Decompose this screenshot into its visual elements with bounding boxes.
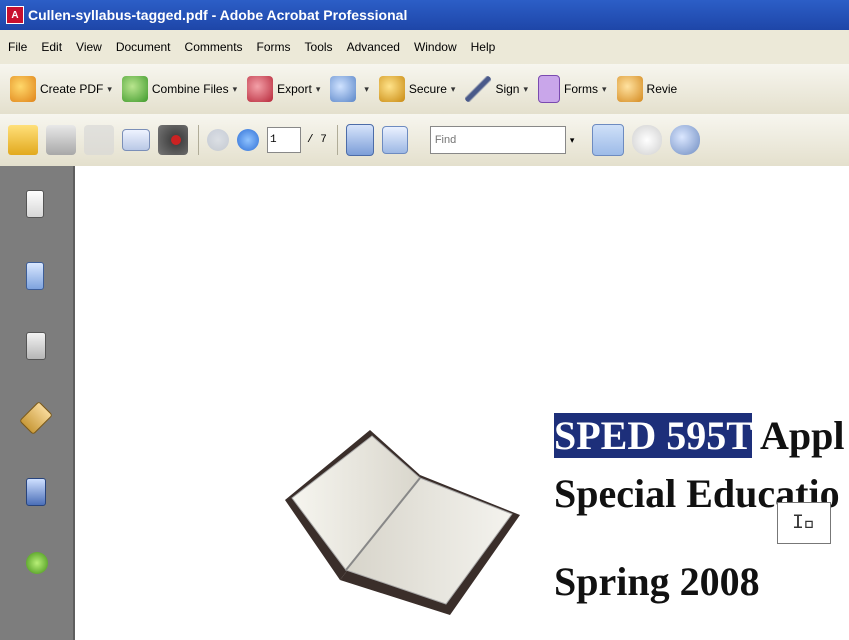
forms-icon bbox=[538, 75, 560, 103]
hand-tool-icon[interactable] bbox=[632, 125, 663, 155]
pages-icon[interactable] bbox=[26, 190, 44, 218]
chevron-down-icon: ▾ bbox=[450, 83, 456, 94]
create-pdf-button[interactable]: Create PDF ▾ bbox=[10, 76, 112, 102]
task-toolbar: Create PDF ▾ Combine Files ▾ Export ▾ ▾ … bbox=[0, 64, 849, 115]
menu-edit[interactable]: Edit bbox=[41, 40, 62, 54]
bookmarks-icon[interactable] bbox=[26, 262, 44, 290]
chevron-down-icon: ▾ bbox=[232, 83, 238, 94]
menu-view[interactable]: View bbox=[76, 40, 102, 54]
title-bar: A Cullen-syllabus-tagged.pdf - Adobe Acr… bbox=[0, 0, 849, 30]
menu-help[interactable]: Help bbox=[471, 40, 496, 54]
help-icon[interactable] bbox=[26, 552, 48, 574]
chevron-down-icon: ▾ bbox=[107, 83, 112, 94]
export-button[interactable]: Export ▾ bbox=[247, 76, 320, 102]
combine-files-icon bbox=[121, 76, 148, 102]
single-page-view-icon[interactable] bbox=[345, 124, 374, 156]
menu-comments[interactable]: Comments bbox=[185, 40, 243, 54]
signatures-icon[interactable] bbox=[26, 332, 46, 360]
document-date: Spring 2008 bbox=[554, 559, 760, 604]
chevron-down-icon: ▾ bbox=[602, 83, 607, 94]
zoom-tool-icon[interactable] bbox=[670, 125, 701, 155]
page-total-label: / 7 bbox=[307, 134, 327, 146]
secure-label: Secure bbox=[408, 82, 447, 96]
navigation-pane bbox=[0, 166, 75, 640]
page-number-input[interactable] bbox=[267, 127, 301, 153]
acrobat-icon: A bbox=[6, 6, 24, 24]
pen-icon bbox=[465, 76, 492, 102]
text-cursor-icon: I⃞ bbox=[777, 502, 831, 544]
create-pdf-icon bbox=[10, 76, 36, 102]
export-icon bbox=[247, 76, 274, 102]
open-folder-icon[interactable] bbox=[8, 125, 38, 155]
secure-button[interactable]: Secure ▾ bbox=[378, 76, 456, 102]
review-label: Revie bbox=[646, 82, 678, 96]
document-title-line1: SPED 595T Appl bbox=[554, 412, 845, 459]
save-icon[interactable] bbox=[84, 125, 114, 155]
menu-forms[interactable]: Forms bbox=[257, 40, 291, 54]
menu-advanced[interactable]: Advanced bbox=[347, 40, 400, 54]
review-icon bbox=[616, 76, 643, 102]
forms-label: Forms bbox=[564, 82, 598, 96]
menu-file[interactable]: File bbox=[8, 40, 27, 54]
create-pdf-label: Create PDF bbox=[40, 82, 104, 96]
combine-files-button[interactable]: Combine Files ▾ bbox=[121, 76, 238, 102]
menu-document[interactable]: Document bbox=[116, 40, 171, 54]
menu-window[interactable]: Window bbox=[414, 40, 457, 54]
fit-page-icon[interactable] bbox=[381, 126, 408, 154]
email-icon[interactable] bbox=[122, 129, 150, 151]
layers-icon[interactable] bbox=[26, 478, 46, 506]
find-input[interactable] bbox=[429, 126, 566, 154]
chevron-down-icon: ▾ bbox=[315, 83, 321, 94]
sign-button[interactable]: Sign ▾ bbox=[465, 76, 528, 102]
find-dropdown-icon[interactable]: ▾ bbox=[570, 135, 575, 146]
export-label: Export bbox=[277, 82, 312, 96]
forms-button[interactable]: Forms ▾ bbox=[538, 75, 607, 103]
camera-icon[interactable] bbox=[158, 125, 188, 155]
menu-bar: File Edit View Document Comments Forms T… bbox=[0, 30, 849, 65]
document-title-line1-rest: Appl bbox=[752, 413, 845, 458]
lock-icon bbox=[378, 76, 405, 102]
print-icon[interactable] bbox=[46, 125, 76, 155]
meeting-icon bbox=[330, 76, 357, 102]
review-button[interactable]: Revie bbox=[616, 76, 678, 102]
combine-files-label: Combine Files bbox=[151, 82, 229, 96]
chevron-down-icon: ▾ bbox=[364, 83, 369, 94]
next-page-icon[interactable] bbox=[237, 129, 259, 151]
selected-text[interactable]: SPED 595T bbox=[554, 413, 753, 458]
toolbar-divider bbox=[336, 125, 338, 155]
window-title: Cullen-syllabus-tagged.pdf - Adobe Acrob… bbox=[28, 7, 408, 23]
chevron-down-icon: ▾ bbox=[523, 83, 528, 94]
menu-tools[interactable]: Tools bbox=[305, 40, 333, 54]
select-tool-icon[interactable] bbox=[592, 124, 625, 156]
sign-label: Sign bbox=[495, 82, 520, 96]
previous-page-icon[interactable] bbox=[207, 129, 229, 151]
tags-icon[interactable] bbox=[19, 401, 53, 435]
file-toolbar: / 7 ▾ bbox=[0, 114, 849, 168]
open-book-image bbox=[285, 430, 520, 615]
toolbar-divider bbox=[198, 125, 199, 155]
start-meeting-button[interactable]: ▾ bbox=[330, 76, 369, 102]
